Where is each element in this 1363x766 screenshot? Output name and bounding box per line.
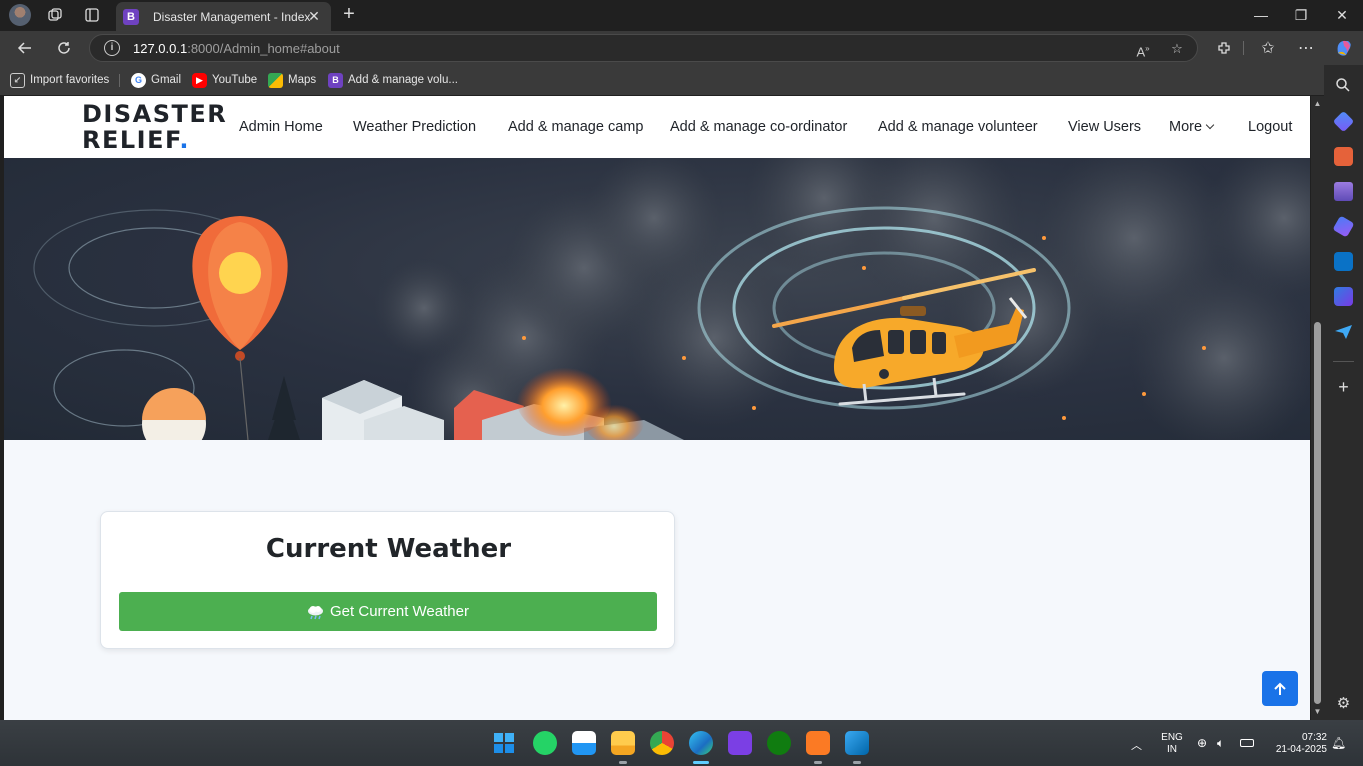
games-icon[interactable] bbox=[1334, 182, 1353, 201]
tools-briefcase-icon[interactable] bbox=[1334, 147, 1353, 166]
page-viewport: DISASTER RELIEF. Admin Home Weather Pred… bbox=[4, 96, 1310, 720]
url-text[interactable]: 127.0.0.1:8000/Admin_home#about bbox=[133, 41, 340, 56]
copilot-sidebar-icon[interactable] bbox=[1332, 215, 1355, 238]
meeting-app-icon[interactable] bbox=[728, 731, 752, 755]
maps-icon bbox=[268, 72, 283, 88]
bookmarks-bar: ↙ Import favorites G Gmail ▶ YouTube Maps B… bbox=[0, 65, 1363, 95]
arrow-up-icon bbox=[1274, 682, 1286, 695]
site-info-icon[interactable]: i bbox=[104, 40, 120, 56]
battery-icon[interactable] bbox=[1240, 739, 1254, 747]
bookmark-maps[interactable]: Maps bbox=[268, 71, 316, 89]
outlook-icon[interactable] bbox=[1334, 252, 1353, 271]
extensions-icon[interactable] bbox=[1211, 36, 1237, 60]
rain-cloud-icon bbox=[307, 605, 324, 619]
vertical-tabs-icon[interactable] bbox=[80, 4, 104, 26]
taskbar-indicator-active bbox=[693, 761, 709, 764]
xampp-icon[interactable] bbox=[806, 731, 830, 755]
workspaces-icon[interactable] bbox=[43, 4, 67, 26]
bookmark-divider bbox=[119, 74, 120, 87]
designer-icon[interactable] bbox=[1334, 287, 1353, 306]
site-logo[interactable]: DISASTER RELIEF. bbox=[82, 101, 227, 153]
nav-weather-prediction[interactable]: Weather Prediction bbox=[353, 119, 476, 135]
nav-more-dropdown[interactable]: More bbox=[1169, 119, 1215, 135]
bootstrap-icon: B bbox=[328, 72, 343, 88]
scrollbar-thumb[interactable] bbox=[1314, 322, 1321, 704]
nav-logout[interactable]: Logout bbox=[1248, 119, 1292, 135]
volume-icon[interactable]: 🔈︎ bbox=[1217, 736, 1224, 751]
maximize-icon[interactable]: ❐ bbox=[1286, 4, 1316, 26]
card-title: Current Weather bbox=[265, 534, 512, 564]
profile-avatar[interactable] bbox=[9, 4, 31, 26]
nav-view-users[interactable]: View Users bbox=[1068, 119, 1141, 135]
nav-admin-home[interactable]: Admin Home bbox=[239, 119, 323, 135]
add-icon[interactable]: + bbox=[1335, 378, 1352, 396]
windows-start-icon[interactable] bbox=[494, 733, 514, 753]
edge-icon[interactable] bbox=[689, 731, 713, 755]
bookmark-add-manage-volunteer[interactable]: B Add & manage volu... bbox=[328, 71, 458, 89]
get-current-weather-label: Get Current Weather bbox=[330, 603, 469, 620]
back-icon[interactable] bbox=[12, 36, 38, 60]
page-scrollbar[interactable]: ▲ ▼ bbox=[1311, 96, 1324, 720]
bookmark-gmail[interactable]: G Gmail bbox=[131, 71, 181, 89]
send-icon[interactable] bbox=[1334, 324, 1353, 340]
taskbar-indicator bbox=[619, 761, 627, 764]
active-tab[interactable]: B Disaster Management - Index ✕ bbox=[116, 2, 331, 31]
chrome-icon[interactable] bbox=[650, 731, 674, 755]
minimize-icon[interactable]: — bbox=[1246, 4, 1276, 26]
notifications-bell-icon[interactable]: 🔔︎ bbox=[1331, 736, 1346, 750]
address-bar[interactable]: i 127.0.0.1:8000/Admin_home#about A» ☆ bbox=[89, 34, 1198, 62]
whatsapp-icon[interactable] bbox=[533, 731, 557, 755]
favorite-star-icon[interactable]: ☆ bbox=[1167, 39, 1187, 59]
new-tab-icon[interactable]: + bbox=[339, 4, 359, 26]
import-icon: ↙ bbox=[10, 72, 25, 88]
close-tab-icon[interactable]: ✕ bbox=[306, 8, 322, 24]
google-icon: G bbox=[131, 72, 146, 88]
clock[interactable]: 07:32 21-04-2025 bbox=[1265, 732, 1327, 756]
back-to-top-button[interactable] bbox=[1262, 671, 1298, 706]
more-options-icon[interactable]: ⋯ bbox=[1293, 36, 1319, 60]
scroll-down-arrow-icon[interactable]: ▼ bbox=[1313, 707, 1322, 716]
bookmark-youtube[interactable]: ▶ YouTube bbox=[192, 71, 257, 89]
scroll-up-arrow-icon[interactable]: ▲ bbox=[1313, 99, 1322, 108]
windows-taskbar: ︿ ENG IN ⊕ 🔈︎ 07:32 21-04-2025 🔔︎ bbox=[0, 720, 1363, 766]
nav-add-manage-camp[interactable]: Add & manage camp bbox=[508, 119, 643, 135]
hero-illustration bbox=[4, 158, 1310, 440]
bookmark-import-favorites[interactable]: ↙ Import favorites bbox=[10, 71, 109, 89]
nav-add-manage-coordinator[interactable]: Add & manage co-ordinator bbox=[670, 119, 847, 135]
copilot-icon[interactable] bbox=[1331, 36, 1357, 60]
show-hidden-icons-chevron-icon[interactable]: ︿ bbox=[1131, 737, 1142, 753]
taskbar-indicator bbox=[853, 761, 861, 764]
read-aloud-icon[interactable]: A» bbox=[1133, 39, 1153, 59]
nav-add-manage-volunteer[interactable]: Add & manage volunteer bbox=[878, 119, 1038, 135]
sidebar-divider bbox=[1333, 361, 1354, 362]
edge-sidebar: + ⚙ bbox=[1324, 65, 1363, 720]
network-globe-icon[interactable]: ⊕ bbox=[1197, 736, 1207, 750]
search-icon[interactable] bbox=[1335, 77, 1351, 93]
file-explorer-icon[interactable] bbox=[611, 731, 635, 755]
browser-toolbar: i 127.0.0.1:8000/Admin_home#about A» ☆ ✩… bbox=[0, 31, 1363, 65]
get-current-weather-button[interactable]: Get Current Weather bbox=[119, 592, 657, 631]
shopping-tag-icon[interactable] bbox=[1332, 110, 1355, 133]
youtube-icon: ▶ bbox=[192, 72, 207, 88]
toolbar-divider bbox=[1243, 41, 1244, 55]
sidebar-settings-icon[interactable]: ⚙ bbox=[1335, 695, 1352, 712]
xbox-icon[interactable] bbox=[767, 731, 791, 755]
tab-title: Disaster Management - Index bbox=[153, 9, 311, 24]
site-header: DISASTER RELIEF. Admin Home Weather Pred… bbox=[4, 96, 1310, 158]
taskbar-indicator bbox=[814, 761, 822, 764]
microsoft-store-icon[interactable] bbox=[572, 731, 596, 755]
current-weather-card: Current Weather Get Current Weather bbox=[100, 511, 675, 649]
tab-strip: B Disaster Management - Index ✕ + — ❐ ✕ bbox=[0, 0, 1363, 31]
chevron-down-icon bbox=[1205, 120, 1215, 130]
favorites-icon[interactable]: ✩ bbox=[1255, 36, 1281, 60]
bootstrap-icon: B bbox=[123, 8, 139, 25]
vscode-icon[interactable] bbox=[845, 731, 869, 755]
close-window-icon[interactable]: ✕ bbox=[1327, 4, 1357, 26]
refresh-icon[interactable] bbox=[51, 36, 77, 60]
language-indicator[interactable]: ENG IN bbox=[1159, 732, 1185, 756]
